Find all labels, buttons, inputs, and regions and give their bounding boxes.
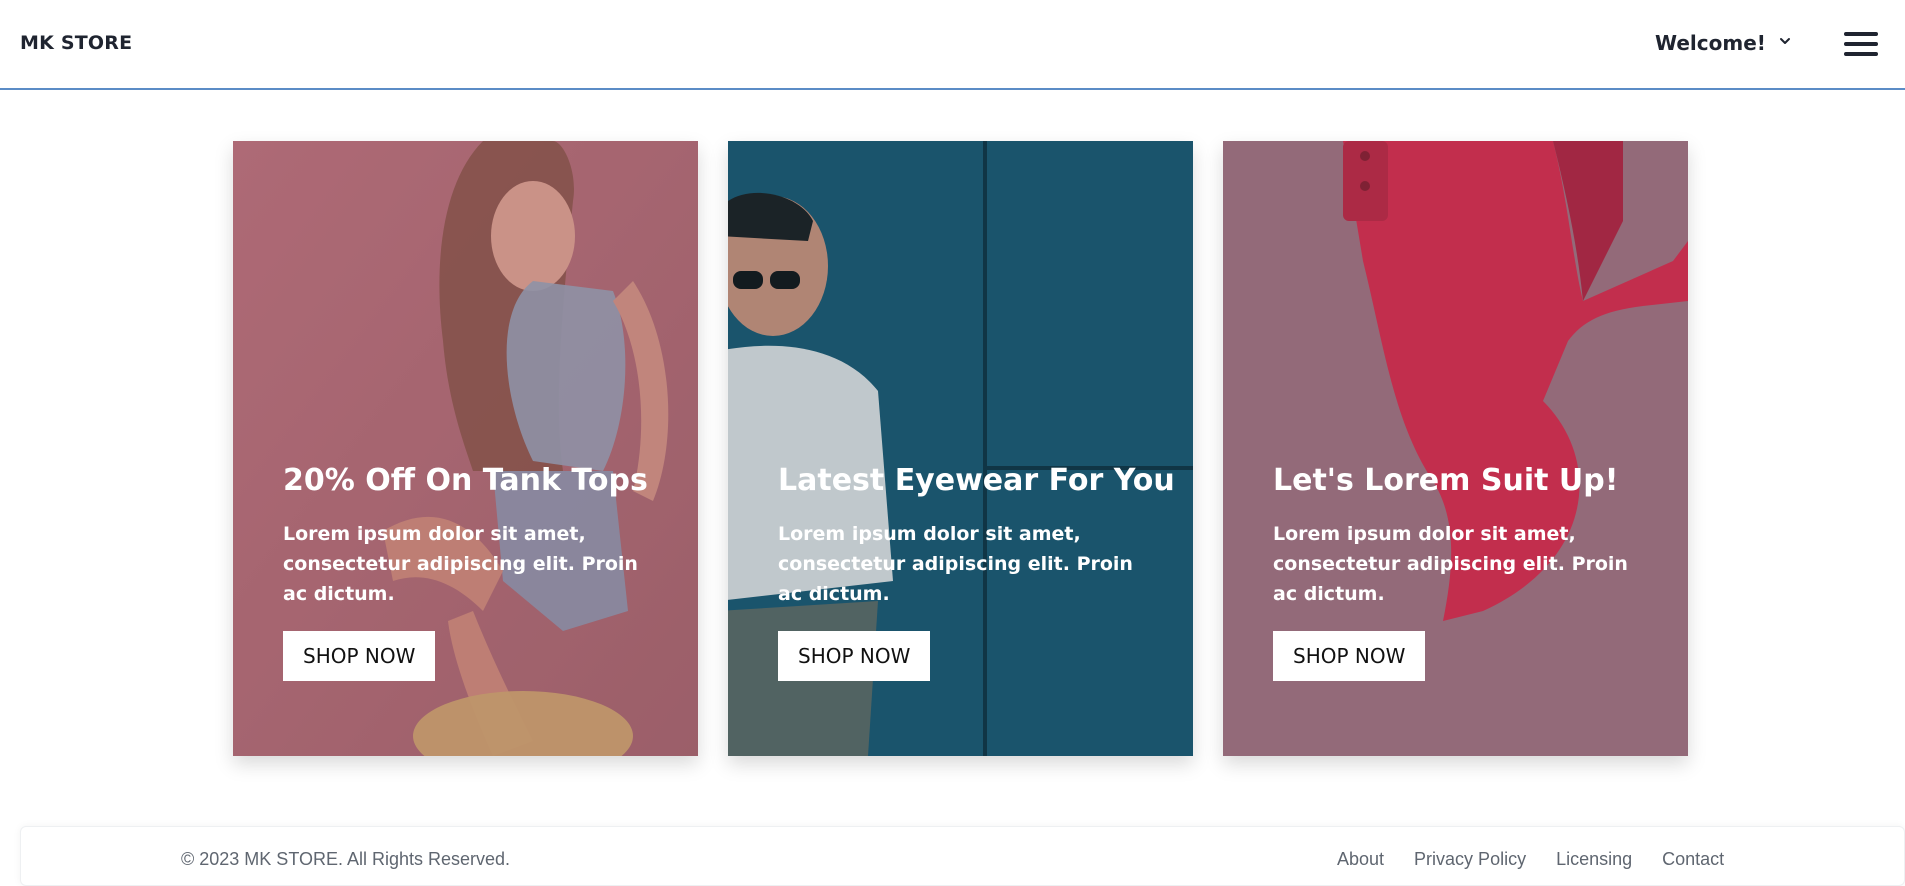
chevron-down-icon (1779, 38, 1790, 44)
card-title: Latest Eyewear For You (778, 463, 1175, 498)
card-description: Lorem ipsum dolor sit amet, consectetur … (778, 523, 1133, 605)
shop-now-button[interactable]: SHOP NOW (283, 631, 436, 681)
shop-now-button[interactable]: SHOP NOW (778, 631, 931, 681)
card-content: 20% Off On Tank Tops Lorem ipsum dolor s… (283, 461, 663, 681)
copyright-text: © 2023 MK STORE. All Rights Reserved. (181, 849, 511, 869)
footer-links: About Privacy Policy Licensing Contact (1337, 849, 1724, 870)
welcome-dropdown[interactable]: Welcome! (1655, 31, 1792, 55)
welcome-label: Welcome! (1655, 31, 1766, 55)
card-description: Lorem ipsum dolor sit amet, consectetur … (1273, 523, 1628, 605)
footer-link-licensing[interactable]: Licensing (1556, 849, 1632, 870)
promo-card-boots: Let's Lorem Suit Up! Lorem ipsum dolor s… (1223, 141, 1688, 756)
footer-link-about[interactable]: About (1337, 849, 1384, 870)
footer: © 2023 MK STORE. All Rights Reserved. Ab… (20, 826, 1905, 886)
card-title: Let's Lorem Suit Up! (1273, 463, 1619, 498)
brand-logo[interactable]: MK STORE (20, 32, 132, 54)
top-navbar: MK STORE Welcome! (0, 0, 1905, 90)
card-title: 20% Off On Tank Tops (283, 463, 648, 498)
shop-now-button[interactable]: SHOP NOW (1273, 631, 1426, 681)
promo-card-eyewear: Latest Eyewear For You Lorem ipsum dolor… (728, 141, 1193, 756)
card-content: Latest Eyewear For You Lorem ipsum dolor… (778, 461, 1175, 681)
hamburger-menu-icon[interactable] (1844, 30, 1878, 58)
card-description: Lorem ipsum dolor sit amet, consectetur … (283, 523, 638, 605)
footer-link-contact[interactable]: Contact (1662, 849, 1724, 870)
promo-card-tank-tops: 20% Off On Tank Tops Lorem ipsum dolor s… (233, 141, 698, 756)
card-content: Let's Lorem Suit Up! Lorem ipsum dolor s… (1273, 461, 1653, 681)
footer-link-privacy-policy[interactable]: Privacy Policy (1414, 849, 1526, 870)
